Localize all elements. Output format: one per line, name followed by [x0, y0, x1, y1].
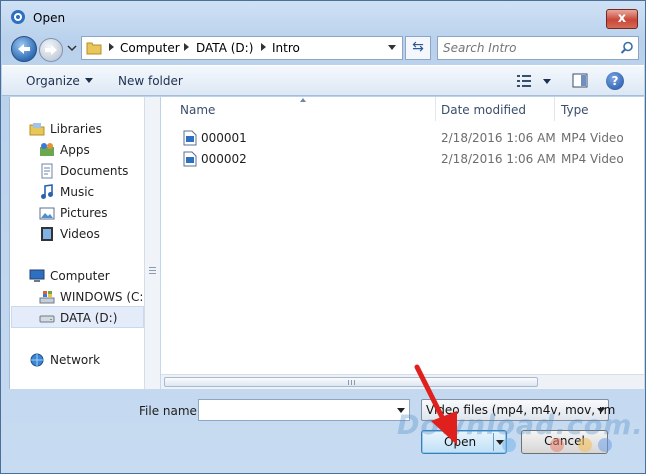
- window-title: Open: [33, 11, 66, 25]
- recent-pages-chevron-down-icon[interactable]: [67, 44, 77, 52]
- music-icon: [41, 184, 53, 199]
- video-file-icon: [183, 130, 197, 146]
- file-type-select[interactable]: Video files (mp4, m4v, mov, rm: [421, 399, 615, 421]
- pane-splitter[interactable]: [144, 97, 160, 389]
- column-header-type[interactable]: Type: [561, 97, 641, 123]
- forward-button[interactable]: [39, 38, 63, 62]
- scrollbar-grip: [348, 380, 356, 385]
- file-name-chevron-down-icon[interactable]: [397, 408, 405, 413]
- title-bar: Open x: [1, 1, 645, 33]
- folder-icon: [86, 42, 102, 55]
- search-input[interactable]: [443, 40, 613, 56]
- computer-icon: [29, 269, 45, 282]
- horizontal-scrollbar[interactable]: [161, 374, 644, 389]
- splitter-grip[interactable]: [149, 267, 156, 275]
- open-dialog: Open x Computer DATA (D:) Intro ⇆ Search…: [0, 0, 646, 474]
- refresh-icon: ⇆: [412, 39, 424, 55]
- navigation-bar: Computer DATA (D:) Intro ⇆: [1, 33, 645, 63]
- file-name-area: File name: Video files (mp4, m4v, mov, r…: [2, 390, 646, 474]
- breadcrumb-intro[interactable]: Intro: [272, 41, 300, 55]
- videos-icon: [41, 227, 53, 241]
- open-button[interactable]: Open: [421, 430, 507, 454]
- forward-arrow-icon: [45, 45, 57, 55]
- column-header-date-modified[interactable]: Date modified: [441, 97, 554, 123]
- organize-button[interactable]: Organize: [26, 74, 93, 88]
- video-file-icon: [183, 151, 197, 167]
- address-chevron-down-icon[interactable]: [388, 45, 396, 50]
- cancel-button[interactable]: Cancel: [521, 430, 608, 454]
- libraries-icon: [29, 123, 45, 136]
- back-button[interactable]: [11, 36, 37, 62]
- watermark-dot: [550, 438, 564, 452]
- refresh-button[interactable]: ⇆: [405, 36, 431, 60]
- preview-pane-icon[interactable]: [572, 73, 588, 88]
- views-icon[interactable]: [516, 74, 532, 88]
- back-arrow-icon: [18, 44, 30, 54]
- address-bar[interactable]: Computer DATA (D:) Intro: [81, 36, 403, 60]
- pictures-icon: [39, 207, 55, 220]
- new-folder-button[interactable]: New folder: [118, 74, 183, 88]
- file-list: Name Date modified Type 000001 2/18/2016…: [161, 97, 644, 389]
- file-name-label: File name:: [139, 404, 201, 418]
- file-row[interactable]: 000001 2/18/2016 1:06 AM MP4 Video: [180, 128, 640, 148]
- views-chevron-down-icon[interactable]: [543, 79, 551, 84]
- windows-drive-icon: [39, 291, 55, 304]
- file-row[interactable]: 000002 2/18/2016 1:06 AM MP4 Video: [180, 149, 640, 169]
- breadcrumb-computer[interactable]: Computer: [120, 41, 180, 55]
- close-button[interactable]: x: [606, 9, 638, 29]
- command-toolbar: Organize New folder ?: [2, 65, 644, 96]
- drive-icon: [39, 315, 55, 323]
- watermark-dot: [598, 438, 612, 452]
- search-icon[interactable]: [620, 41, 634, 55]
- help-icon[interactable]: ?: [606, 72, 624, 90]
- apps-icon: [40, 143, 54, 156]
- documents-icon: [41, 163, 53, 179]
- scrollbar-thumb[interactable]: [164, 377, 538, 387]
- network-icon: [30, 353, 44, 367]
- file-type-chevron-down-icon: [597, 408, 605, 413]
- file-name-combobox[interactable]: [198, 399, 410, 421]
- watermark-dot: [502, 438, 516, 452]
- breadcrumb-data-drive[interactable]: DATA (D:): [196, 41, 253, 55]
- column-header-name[interactable]: Name: [180, 97, 435, 123]
- watermark-dot: [578, 438, 592, 452]
- app-icon: [11, 10, 25, 24]
- search-box[interactable]: [437, 36, 639, 60]
- chevron-down-icon: [84, 78, 93, 83]
- navigation-pane: Libraries Apps Documents Music Pictures …: [9, 97, 148, 389]
